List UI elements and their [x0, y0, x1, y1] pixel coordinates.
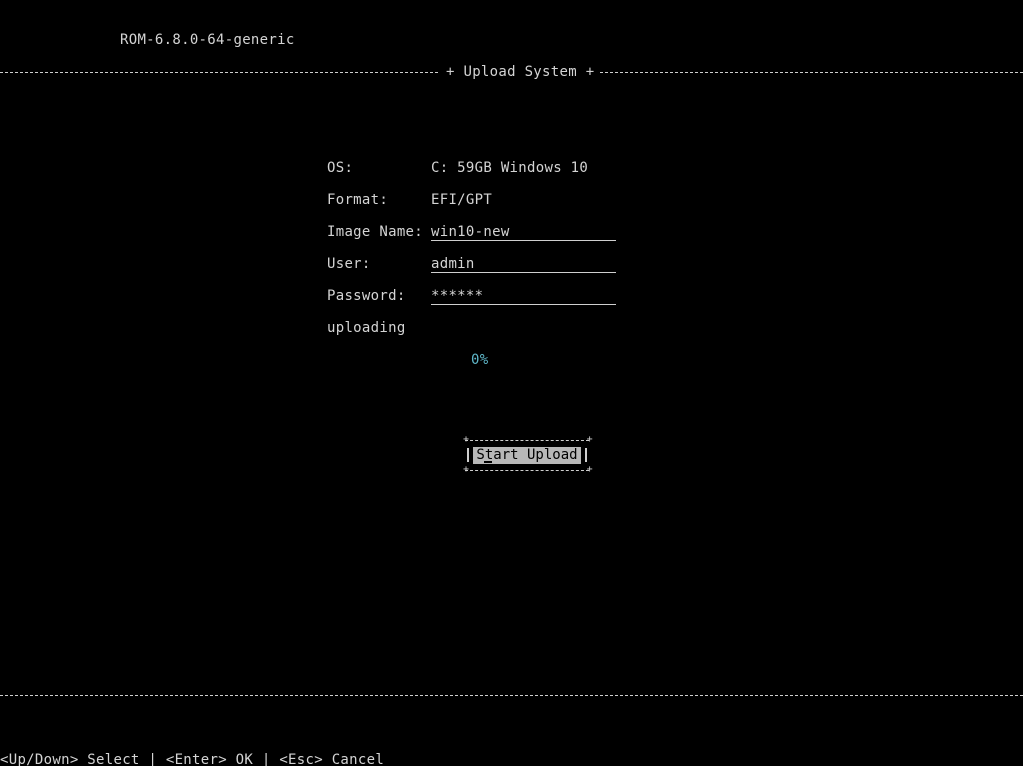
- user-row: User: admin: [327, 256, 627, 273]
- frame-right-edge: [585, 448, 587, 462]
- image-name-label: Image Name:: [327, 224, 424, 240]
- image-name-row: Image Name: win10-new: [327, 224, 627, 241]
- start-upload-frame: + + + + Start Upload: [463, 434, 593, 475]
- frame-bottom-edge: [465, 470, 589, 471]
- text-cursor: [484, 461, 492, 463]
- password-label: Password:: [327, 288, 406, 304]
- page-title: Upload System: [463, 64, 577, 80]
- frame-corner-icon: +: [586, 464, 593, 475]
- footer-divider: [0, 695, 1023, 696]
- format-row: Format: EFI/GPT: [327, 192, 627, 208]
- os-row: OS: C: 59GB Windows 10: [327, 160, 627, 176]
- image-name-field[interactable]: win10-new: [431, 224, 616, 241]
- os-value[interactable]: C: 59GB Windows 10: [431, 160, 588, 176]
- password-field[interactable]: ******: [431, 288, 616, 305]
- format-value[interactable]: EFI/GPT: [431, 192, 492, 208]
- user-field[interactable]: admin: [431, 256, 616, 273]
- status-row: uploading: [327, 320, 627, 336]
- format-label: Format:: [327, 192, 389, 208]
- password-row: Password: ******: [327, 288, 627, 305]
- frame-corner-icon: +: [463, 464, 470, 475]
- frame-corner-icon: +: [586, 434, 593, 445]
- window-title: + Upload System +: [440, 64, 601, 80]
- key-hints: <Up/Down> Select | <Enter> OK | <Esc> Ca…: [0, 752, 385, 766]
- frame-top-edge: [465, 440, 589, 441]
- frame-corner-icon: +: [463, 434, 470, 445]
- title-left-glyph: +: [446, 64, 455, 80]
- version-label: ROM-6.8.0-64-generic: [120, 32, 295, 48]
- title-right-glyph: +: [585, 64, 595, 80]
- user-label: User:: [327, 256, 371, 272]
- progress-percent: 0%: [471, 352, 489, 368]
- os-label: OS:: [327, 160, 354, 176]
- start-upload-button[interactable]: Start Upload: [473, 447, 581, 464]
- status-label: uploading: [327, 320, 406, 336]
- frame-left-edge: [467, 448, 469, 462]
